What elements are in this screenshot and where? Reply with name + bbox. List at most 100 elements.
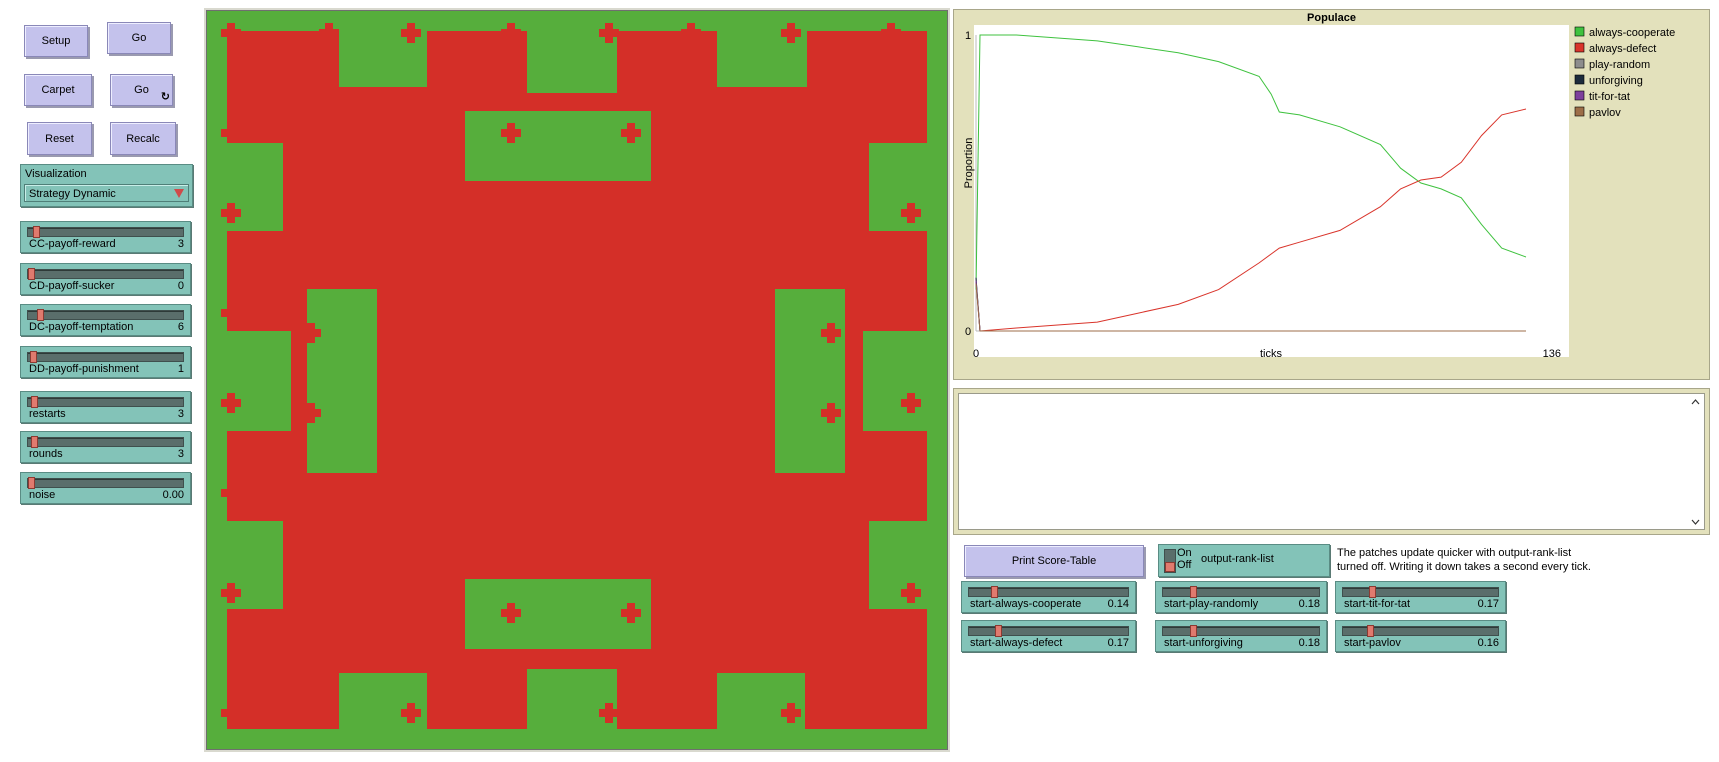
left-slider-DC-payoff-temptation[interactable]: DC-payoff-temptation 6: [20, 304, 191, 336]
world-patches: [207, 11, 947, 749]
switch-on-label: On: [1177, 547, 1192, 559]
slider-name: restarts: [29, 408, 66, 420]
slider-value: 3: [177, 408, 184, 420]
defect-cross: [907, 393, 915, 413]
go-once-button[interactable]: Go: [107, 22, 171, 54]
bottom-slider-start-play-randomly[interactable]: start-play-randomly 0.18: [1155, 581, 1327, 613]
slider-thumb[interactable]: [33, 226, 40, 238]
x-tick-label-max: 136: [1543, 348, 1561, 360]
slider-thumb[interactable]: [1369, 586, 1376, 598]
slider-thumb[interactable]: [30, 351, 37, 363]
bottom-slider-start-pavlov[interactable]: start-pavlov 0.16: [1335, 620, 1506, 652]
defect-cross: [907, 123, 915, 143]
slider-value: 0.18: [1298, 598, 1320, 610]
slider-name: start-pavlov: [1344, 637, 1401, 649]
output-text[interactable]: [958, 393, 1705, 530]
slider-track[interactable]: [1162, 625, 1320, 637]
defect-cross: [307, 403, 315, 423]
slider-track[interactable]: [27, 436, 184, 448]
defect-cross: [227, 583, 235, 603]
defect-cross: [407, 23, 415, 43]
visualization-select[interactable]: Strategy Dynamic: [24, 184, 189, 202]
left-slider-DD-payoff-punishment[interactable]: DD-payoff-punishment 1: [20, 346, 191, 378]
slider-track[interactable]: [27, 268, 184, 280]
slider-track[interactable]: [27, 226, 184, 238]
legend-swatch-pavlov: [1574, 106, 1585, 117]
slider-thumb[interactable]: [1190, 625, 1197, 637]
slider-track[interactable]: [968, 625, 1129, 637]
slider-track[interactable]: [27, 309, 184, 321]
plot-canvas: [974, 25, 1569, 357]
slider-track[interactable]: [1162, 586, 1320, 598]
world-view[interactable]: [206, 10, 948, 750]
legend-swatch-play-random: [1574, 58, 1585, 69]
defect-cross: [507, 123, 515, 143]
slider-value: 0.17: [1477, 598, 1499, 610]
slider-name: noise: [29, 489, 56, 501]
slider-track[interactable]: [27, 396, 184, 408]
slider-track[interactable]: [1342, 625, 1499, 637]
slider-value: 0.17: [1107, 637, 1129, 649]
slider-thumb[interactable]: [1190, 586, 1197, 598]
slider-name: CC-payoff-reward: [29, 238, 116, 250]
slider-value: 6: [177, 321, 184, 333]
slider-name: start-play-randomly: [1164, 598, 1259, 610]
legend-swatch-always-defect: [1574, 42, 1585, 53]
bottom-slider-start-always-defect[interactable]: start-always-defect 0.17: [961, 620, 1136, 652]
left-slider-rounds[interactable]: rounds 3: [20, 431, 191, 463]
legend-entry-pavlov: pavlov: [1589, 107, 1621, 119]
slider-thumb[interactable]: [1367, 625, 1374, 637]
left-slider-restarts[interactable]: restarts 3: [20, 391, 191, 423]
slider-thumb[interactable]: [991, 586, 998, 598]
legend-swatch-unforgiving: [1574, 74, 1585, 85]
left-slider-CD-payoff-sucker[interactable]: CD-payoff-sucker 0: [20, 263, 191, 295]
slider-thumb[interactable]: [31, 436, 38, 448]
slider-name: DD-payoff-punishment: [29, 363, 139, 375]
slider-thumb[interactable]: [31, 396, 38, 408]
slider-thumb[interactable]: [37, 309, 44, 321]
output-scrollbar[interactable]: [1690, 397, 1701, 526]
switch-thumb[interactable]: [1165, 562, 1175, 572]
slider-value: 3: [177, 238, 184, 250]
visualization-label: Visualization: [25, 168, 87, 180]
print-score-table-button[interactable]: Print Score-Table: [964, 545, 1144, 577]
reset-button[interactable]: Reset: [27, 122, 92, 155]
left-slider-noise[interactable]: noise 0.00: [20, 472, 191, 504]
slider-track[interactable]: [1342, 586, 1499, 598]
legend-swatch-tit-for-tat: [1574, 90, 1585, 101]
slider-value: 0.16: [1477, 637, 1499, 649]
switch-track[interactable]: [1164, 549, 1176, 573]
bottom-slider-start-unforgiving[interactable]: start-unforgiving 0.18: [1155, 620, 1327, 652]
defect-cross: [907, 203, 915, 223]
legend-swatch-always-cooperate: [1574, 26, 1585, 37]
defect-cross: [827, 323, 835, 343]
bottom-slider-start-always-cooperate[interactable]: start-always-cooperate 0.14: [961, 581, 1136, 613]
slider-thumb[interactable]: [995, 625, 1002, 637]
legend-entry-unforgiving: unforgiving: [1589, 75, 1643, 87]
slider-thumb[interactable]: [28, 477, 35, 489]
slider-name: start-always-cooperate: [970, 598, 1082, 610]
defect-cross: [325, 703, 333, 723]
slider-track[interactable]: [27, 351, 184, 363]
visualization-chooser[interactable]: Visualization Strategy Dynamic: [20, 164, 193, 207]
go-forever-button[interactable]: Go ↻: [110, 74, 173, 106]
bottom-slider-start-tit-for-tat[interactable]: start-tit-for-tat 0.17: [1335, 581, 1506, 613]
cooperate-block: [869, 143, 933, 231]
slider-value: 1: [177, 363, 184, 375]
slider-thumb[interactable]: [28, 268, 35, 280]
defect-cross: [787, 23, 795, 43]
go-forever-label: Go: [134, 84, 149, 96]
output-rank-list-switch[interactable]: On Off output-rank-list: [1158, 544, 1330, 577]
left-slider-CC-payoff-reward[interactable]: CC-payoff-reward 3: [20, 221, 191, 253]
carpet-button[interactable]: Carpet: [24, 74, 92, 106]
x-tick-label-min: 0: [973, 348, 979, 360]
output-area: [953, 388, 1710, 535]
defect-cross: [407, 703, 415, 723]
dropdown-arrow-icon[interactable]: [174, 189, 184, 198]
slider-track[interactable]: [968, 586, 1129, 598]
defect-cross: [687, 703, 695, 723]
recalc-button[interactable]: Recalc: [110, 122, 176, 155]
slider-track[interactable]: [27, 477, 184, 489]
setup-button[interactable]: Setup: [24, 25, 88, 57]
defect-cross: [627, 123, 635, 143]
